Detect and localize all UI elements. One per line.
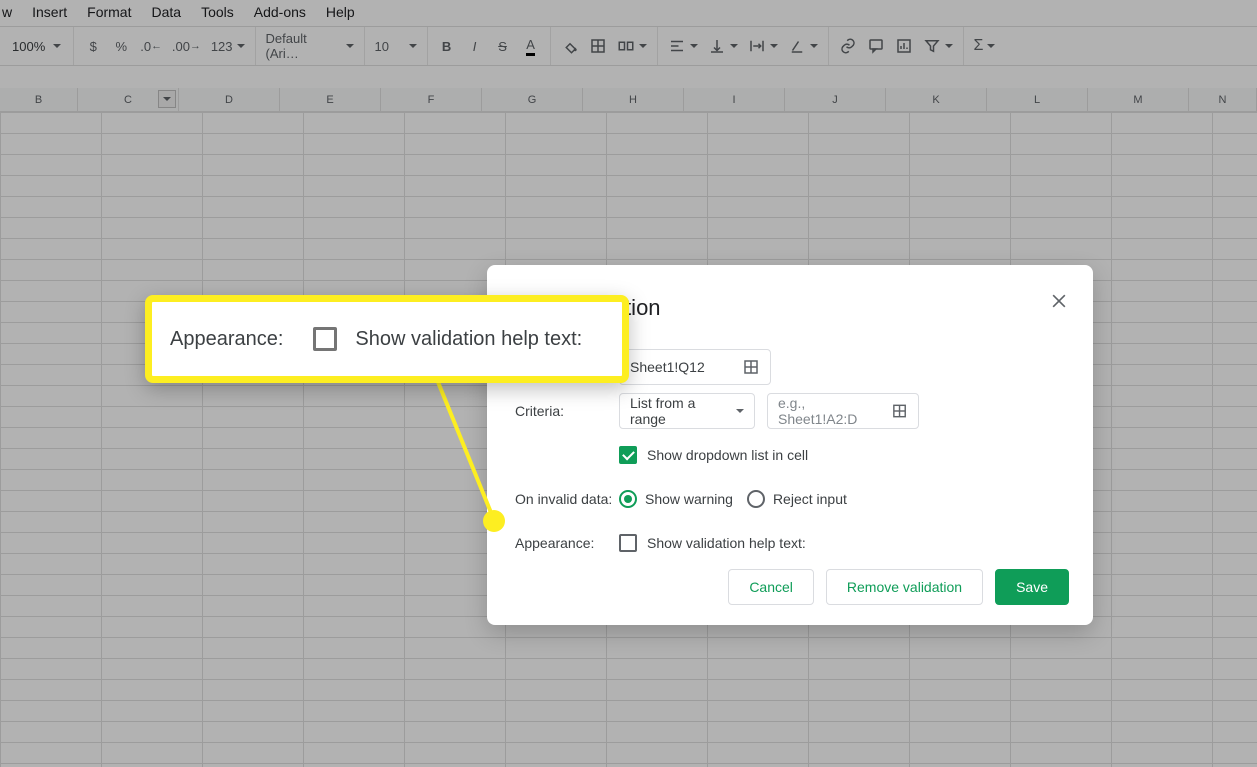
close-icon (1049, 291, 1069, 311)
criteria-range-input[interactable]: e.g., Sheet1!A2:D (767, 393, 919, 429)
appearance-label: Appearance: (515, 535, 619, 551)
cancel-button[interactable]: Cancel (728, 569, 814, 605)
reject-input-radio[interactable]: Reject input (747, 490, 847, 508)
radio-off-icon (747, 490, 765, 508)
callout-help-text: Show validation help text: (313, 327, 582, 351)
remove-validation-button[interactable]: Remove validation (826, 569, 983, 605)
radio-on-icon (619, 490, 637, 508)
close-button[interactable] (1047, 289, 1071, 313)
checkbox-icon (313, 327, 337, 351)
criteria-value: List from a range (630, 395, 724, 427)
criteria-label: Criteria: (515, 403, 619, 419)
callout-appearance-label: Appearance: (170, 328, 283, 351)
checkbox-icon (619, 534, 637, 552)
grid-icon (742, 358, 760, 376)
criteria-placeholder: e.g., Sheet1!A2:D (778, 395, 883, 427)
show-warning-radio[interactable]: Show warning (619, 490, 733, 508)
help-text-checkbox[interactable]: Show validation help text: (619, 534, 806, 552)
save-button[interactable]: Save (995, 569, 1069, 605)
cell-range-input[interactable]: Sheet1!Q12 (619, 349, 771, 385)
invalid-data-label: On invalid data: (515, 491, 619, 507)
show-warning-label: Show warning (645, 491, 733, 507)
annotation-dot (483, 510, 505, 532)
chevron-down-icon (736, 409, 744, 413)
grid-icon (891, 402, 908, 420)
show-dropdown-label: Show dropdown list in cell (647, 447, 808, 463)
reject-input-label: Reject input (773, 491, 847, 507)
cell-range-value: Sheet1!Q12 (630, 359, 705, 375)
show-dropdown-checkbox[interactable]: Show dropdown list in cell (619, 446, 808, 464)
annotation-callout: Appearance: Show validation help text: (145, 295, 629, 383)
criteria-dropdown[interactable]: List from a range (619, 393, 755, 429)
help-text-label: Show validation help text: (647, 535, 806, 551)
checkbox-icon (619, 446, 637, 464)
